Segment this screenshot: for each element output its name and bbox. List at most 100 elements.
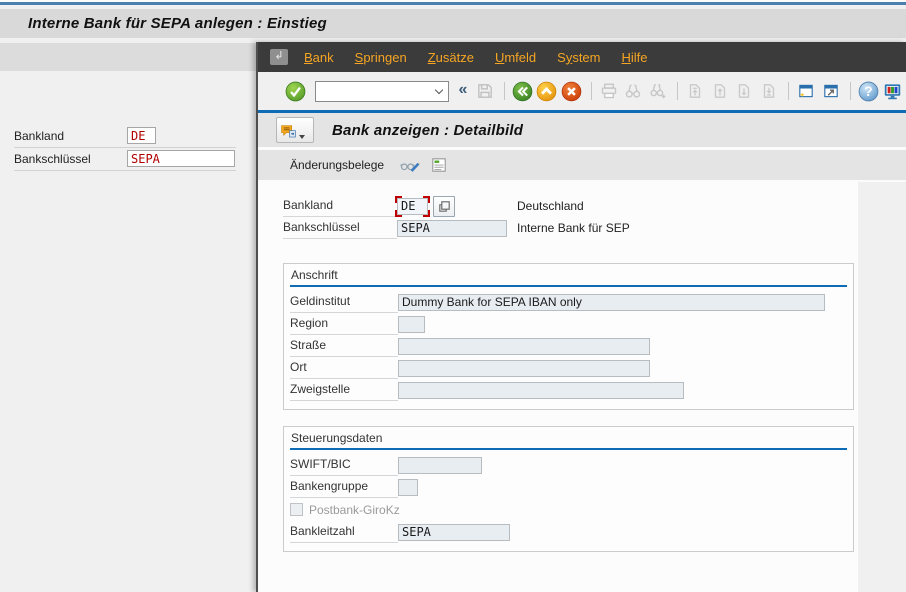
- group-accent-rule: [290, 285, 847, 287]
- postbank-girokz-label: Postbank-GiroKz: [309, 503, 400, 517]
- cancel-icon[interactable]: [560, 80, 583, 102]
- bankschluessel-field-area: SEPA: [397, 220, 517, 237]
- services-for-object-icon: [280, 123, 297, 140]
- previous-page-icon: [709, 80, 732, 102]
- strasse-field[interactable]: [398, 338, 650, 355]
- back-icon[interactable]: [511, 80, 534, 102]
- ort-field[interactable]: [398, 360, 650, 377]
- svg-text:?: ?: [864, 84, 872, 99]
- postbank-girokz-checkbox: [290, 503, 303, 516]
- strasse-row: Straße: [290, 335, 847, 357]
- last-page-icon: [758, 80, 781, 102]
- bankschluessel-description: Interne Bank für SEP: [517, 221, 630, 235]
- toolbar-separator: [850, 82, 851, 100]
- region-field[interactable]: [398, 316, 425, 333]
- menu-springen[interactable]: Springen: [355, 50, 407, 65]
- background-title-bar: Interne Bank für SEPA anlegen : Einstieg: [0, 9, 906, 38]
- bankengruppe-label: Bankengruppe: [290, 479, 398, 498]
- bankland-field[interactable]: DE: [397, 198, 428, 215]
- geldinstitut-label: Geldinstitut: [290, 294, 398, 313]
- save-icon: [473, 80, 496, 102]
- selection-fields: Bankland DE Bankschlüssel SEPA: [14, 126, 236, 172]
- zweigstelle-field[interactable]: [398, 382, 684, 399]
- copy-icon[interactable]: [433, 196, 455, 217]
- bankengruppe-row: Bankengruppe: [290, 476, 847, 498]
- customize-layout-icon[interactable]: [882, 80, 905, 102]
- command-field: [315, 81, 449, 102]
- group-accent-rule: [290, 448, 847, 450]
- next-page-icon: [733, 80, 756, 102]
- zweigstelle-label: Zweigstelle: [290, 382, 398, 401]
- ort-label: Ort: [290, 360, 398, 379]
- chevron-down-icon[interactable]: [435, 87, 443, 95]
- enter-icon[interactable]: [284, 80, 307, 102]
- zweigstelle-row: Zweigstelle: [290, 379, 847, 401]
- display-change-icon[interactable]: [398, 155, 422, 175]
- bankleitzahl-row: Bankleitzahl SEPA: [290, 521, 847, 543]
- bankland-description: Deutschland: [517, 199, 584, 213]
- continue-icon[interactable]: ↲: [270, 49, 288, 65]
- ort-row: Ort: [290, 357, 847, 379]
- bankleitzahl-field[interactable]: SEPA: [398, 524, 510, 541]
- swift-field[interactable]: [398, 457, 482, 474]
- menu-umfeld[interactable]: Umfeld: [495, 50, 536, 65]
- bankland-field-area: DE: [397, 196, 517, 217]
- menu-bar: ↲ Bank Springen Zusätze Umfeld System Hi…: [258, 42, 906, 72]
- bankengruppe-field[interactable]: [398, 479, 418, 496]
- steuerungsdaten-groupbox: Steuerungsdaten SWIFT/BIC Bankengruppe P…: [283, 426, 854, 552]
- bankschluessel-label: Bankschlüssel: [14, 152, 127, 166]
- bankschluessel-input[interactable]: SEPA: [127, 150, 235, 167]
- anschrift-title: Anschrift: [290, 266, 847, 285]
- menu-zusaetze[interactable]: Zusätze: [428, 50, 474, 65]
- focus-frame: DE: [395, 196, 430, 217]
- bankland-label: Bankland: [14, 129, 127, 143]
- bankleitzahl-label: Bankleitzahl: [290, 524, 398, 543]
- application-toolbar: Änderungsbelege: [258, 150, 906, 180]
- bankschluessel-row: Bankschlüssel SEPA Interne Bank für SEP: [283, 217, 906, 239]
- background-window-title: Interne Bank für SEPA anlegen : Einstieg: [28, 15, 327, 32]
- command-input[interactable]: [316, 83, 435, 100]
- bank-display-dialog: ↲ Bank Springen Zusätze Umfeld System Hi…: [256, 42, 906, 592]
- collapse-toolbar-icon[interactable]: «: [459, 81, 468, 99]
- bankschluessel-field[interactable]: SEPA: [397, 220, 507, 237]
- anschrift-groupbox: Anschrift Geldinstitut Dummy Bank for SE…: [283, 263, 854, 410]
- right-gutter: [858, 182, 906, 592]
- aenderungsbelege-button[interactable]: Änderungsbelege: [290, 158, 384, 172]
- dialog-title: Bank anzeigen : Detailbild: [332, 122, 523, 139]
- first-page-icon: [684, 80, 707, 102]
- toolbar-separator: [504, 82, 505, 100]
- swift-label: SWIFT/BIC: [290, 457, 398, 476]
- find-next-icon: [647, 80, 670, 102]
- help-icon[interactable]: ?: [857, 80, 880, 102]
- postbank-girokz-row: Postbank-GiroKz: [290, 498, 847, 521]
- find-icon: [622, 80, 645, 102]
- standard-toolbar: «: [258, 72, 906, 110]
- bankschluessel-label: Bankschlüssel: [283, 220, 397, 239]
- bankland-input[interactable]: DE: [127, 127, 156, 144]
- strasse-label: Straße: [290, 338, 398, 357]
- region-label: Region: [290, 316, 398, 335]
- create-shortcut-icon[interactable]: [820, 80, 843, 102]
- exit-icon[interactable]: [535, 80, 558, 102]
- geldinstitut-field[interactable]: Dummy Bank for SEPA IBAN only: [398, 294, 825, 311]
- bankland-row: Bankland DE Deutschland: [283, 195, 906, 217]
- toolbar-separator: [591, 82, 592, 100]
- swift-row: SWIFT/BIC: [290, 454, 847, 476]
- menu-system[interactable]: System: [557, 50, 600, 65]
- services-for-object-button[interactable]: [276, 117, 314, 143]
- overview-list-icon[interactable]: [427, 155, 451, 175]
- dialog-title-band: Bank anzeigen : Detailbild: [258, 113, 906, 147]
- print-icon: [597, 80, 620, 102]
- steuerungsdaten-title: Steuerungsdaten: [290, 429, 847, 448]
- toolbar-separator: [677, 82, 678, 100]
- bankland-row: Bankland DE: [14, 126, 236, 148]
- new-session-icon[interactable]: [795, 80, 818, 102]
- menu-hilfe[interactable]: Hilfe: [621, 50, 647, 65]
- toolbar-separator: [788, 82, 789, 100]
- detail-form: Bankland DE Deutschland Bankschlüssel SE…: [258, 182, 906, 592]
- bankschluessel-row: Bankschlüssel SEPA: [14, 149, 236, 171]
- menu-bank[interactable]: Bank: [304, 50, 334, 65]
- chevron-down-icon: [299, 135, 305, 139]
- geldinstitut-row: Geldinstitut Dummy Bank for SEPA IBAN on…: [290, 291, 847, 313]
- region-row: Region: [290, 313, 847, 335]
